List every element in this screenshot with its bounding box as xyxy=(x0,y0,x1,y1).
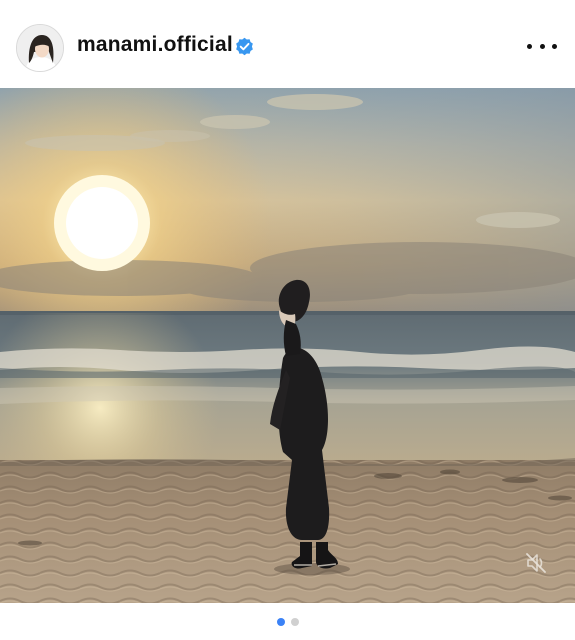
more-options-button[interactable] xyxy=(527,36,557,56)
post-photo[interactable] xyxy=(0,88,575,603)
carousel-indicator xyxy=(0,618,575,632)
verified-badge-icon xyxy=(236,37,253,56)
profile-avatar[interactable] xyxy=(16,24,64,72)
post-header: manami.official xyxy=(0,0,575,88)
avatar-image xyxy=(17,25,63,71)
speaker-muted-icon xyxy=(526,553,546,573)
beach-sunset-image xyxy=(0,88,575,603)
carousel-dot[interactable] xyxy=(290,618,299,626)
more-horizontal-icon xyxy=(527,43,532,49)
mute-toggle-button[interactable] xyxy=(521,548,551,578)
username-link[interactable]: manami.official xyxy=(77,33,233,57)
carousel-dot-active[interactable] xyxy=(276,618,285,626)
